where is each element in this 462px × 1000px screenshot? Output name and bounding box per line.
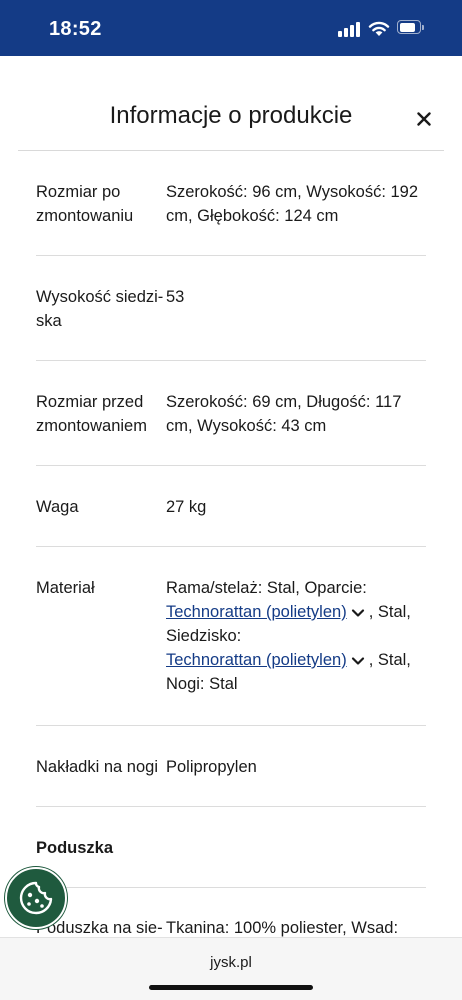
cellular-signal-icon (338, 21, 362, 37)
spec-label: Nakładki na nogi (36, 758, 158, 776)
spec-value: 27 kg (166, 498, 207, 516)
material-backrest-suffix: , Stal, (368, 603, 411, 621)
chevron-down-icon[interactable] (351, 608, 365, 618)
spec-label: Rozmiar przed zmontowaniem (36, 393, 147, 435)
status-bar: 18:52 (0, 0, 462, 56)
browser-address-bar[interactable]: jysk.pl (0, 937, 462, 1000)
home-indicator (149, 985, 313, 990)
spec-value: Szerokość: 69 cm, Długość: 117 cm, Wysok… (166, 393, 402, 435)
spec-row-material: Materiał Rama/stelaż: Stal, Oparcie: Tec… (36, 547, 426, 726)
status-time: 18:52 (49, 18, 102, 40)
material-frame-text: Rama/stelaż: Stal, Oparcie: (166, 579, 367, 597)
spec-row-leg-caps: Nakładki na nogi Polipropylen (36, 726, 426, 807)
material-link-seat[interactable]: Technorattan (polietylen) (166, 651, 347, 669)
product-info-list: Rozmiar po zmontowaniu Szerokość: 96 cm,… (36, 151, 426, 888)
cookie-icon (19, 881, 53, 915)
spec-value (166, 836, 426, 887)
spec-value: 53 (166, 288, 185, 306)
cookie-settings-button[interactable] (5, 867, 67, 929)
spec-row-assembled-size: Rozmiar po zmontowaniu Szerokość: 96 cm,… (36, 151, 426, 256)
panel-title: Informacje o produkcie (109, 102, 353, 129)
spec-section-cushion: Poduszka (36, 807, 426, 888)
url-text[interactable]: jysk.pl (0, 954, 462, 971)
spec-label: Rozmiar po zmontowaniu (36, 183, 134, 225)
close-icon (417, 112, 431, 126)
battery-icon (397, 20, 425, 36)
spec-label: Materiał (36, 579, 95, 597)
spec-row-unassembled-size: Rozmiar przed zmontowaniem Szerokość: 69… (36, 361, 426, 466)
chevron-down-icon[interactable] (351, 656, 365, 666)
spec-value: Polipropylen (166, 758, 257, 776)
spec-value-material: Rama/stelaż: Stal, Oparcie: Technorattan… (166, 576, 426, 725)
material-seat-text: Siedzisko: (166, 627, 242, 645)
spec-row-seat-height: Wysokość siedzi-ska 53 (36, 256, 426, 361)
close-button[interactable] (411, 106, 437, 132)
spec-label: Wysokość siedzi-ska (36, 288, 164, 330)
spec-row-weight: Waga 27 kg (36, 466, 426, 547)
spec-label: Waga (36, 498, 79, 516)
wifi-icon (368, 21, 390, 36)
material-link-backrest[interactable]: Technorattan (polietylen) (166, 603, 347, 621)
material-legs-text: Nogi: Stal (166, 675, 238, 693)
spec-value: Szerokość: 96 cm, Wysokość: 192 cm, Głęb… (166, 183, 419, 225)
material-seat-suffix: , Stal, (368, 651, 411, 669)
